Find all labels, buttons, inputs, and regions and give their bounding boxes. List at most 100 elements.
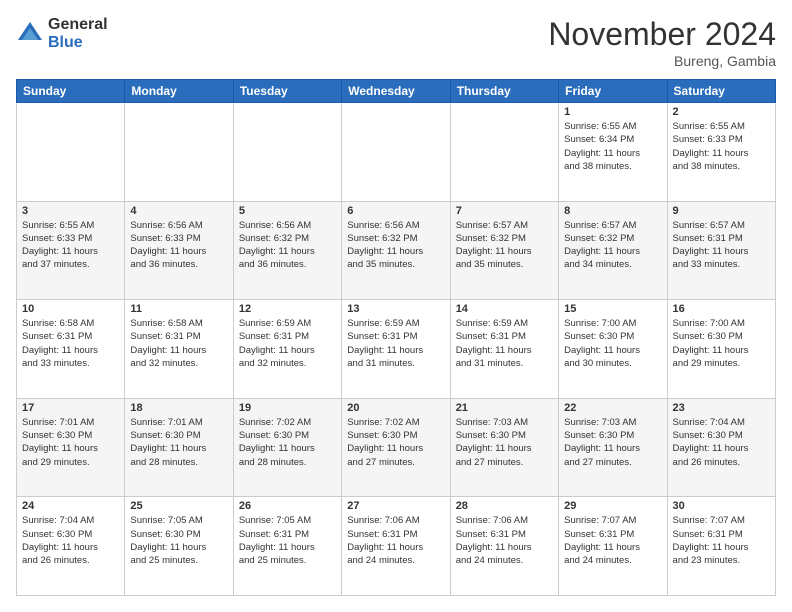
month-title: November 2024 (548, 16, 776, 53)
calendar-body: 1Sunrise: 6:55 AM Sunset: 6:34 PM Daylig… (17, 103, 776, 596)
day-number: 12 (239, 303, 336, 315)
calendar-cell: 26 Sunrise: 7:05 AM Sunset: 6:31 PM Dayli… (233, 497, 341, 596)
calendar-cell: 23 Sunrise: 7:04 AM Sunset: 6:30 PM Dayli… (667, 398, 775, 497)
day-info: Sunrise: 7:03 AM Sunset: 6:30 PM Dayligh… (564, 416, 661, 469)
logo-blue-text: Blue (48, 34, 83, 51)
weekday-header-monday: Monday (125, 80, 233, 103)
calendar-cell: 22 Sunrise: 7:03 AM Sunset: 6:30 PM Dayli… (559, 398, 667, 497)
day-number: 30 (673, 500, 770, 512)
day-number: 9 (673, 205, 770, 217)
calendar-table: SundayMondayTuesdayWednesdayThursdayFrid… (16, 79, 776, 596)
day-info: Sunrise: 6:57 AM Sunset: 6:32 PM Dayligh… (564, 219, 661, 272)
calendar-cell (450, 103, 558, 202)
day-info: Sunrise: 7:04 AM Sunset: 6:30 PM Dayligh… (673, 416, 770, 469)
day-info: Sunrise: 7:07 AM Sunset: 6:31 PM Dayligh… (564, 514, 661, 567)
day-info: Sunrise: 7:01 AM Sunset: 6:30 PM Dayligh… (130, 416, 227, 469)
calendar-week-3: 10Sunrise: 6:58 AM Sunset: 6:31 PM Dayli… (17, 300, 776, 399)
logo-icon (16, 20, 44, 48)
day-number: 16 (673, 303, 770, 315)
day-info: Sunrise: 6:58 AM Sunset: 6:31 PM Dayligh… (22, 317, 119, 370)
calendar-cell: 15Sunrise: 7:00 AM Sunset: 6:30 PM Dayli… (559, 300, 667, 399)
calendar-cell: 2 Sunrise: 6:55 AM Sunset: 6:33 PM Daylig… (667, 103, 775, 202)
day-number: 27 (347, 500, 444, 512)
calendar-cell: 9 Sunrise: 6:57 AM Sunset: 6:31 PM Daylig… (667, 201, 775, 300)
logo: General Blue (16, 16, 108, 51)
calendar-cell (125, 103, 233, 202)
calendar-cell: 4 Sunrise: 6:56 AM Sunset: 6:33 PM Daylig… (125, 201, 233, 300)
day-info: Sunrise: 7:05 AM Sunset: 6:31 PM Dayligh… (239, 514, 336, 567)
day-number: 13 (347, 303, 444, 315)
day-info: Sunrise: 7:01 AM Sunset: 6:30 PM Dayligh… (22, 416, 119, 469)
day-info: Sunrise: 7:06 AM Sunset: 6:31 PM Dayligh… (456, 514, 553, 567)
day-info: Sunrise: 7:02 AM Sunset: 6:30 PM Dayligh… (239, 416, 336, 469)
calendar-cell: 29Sunrise: 7:07 AM Sunset: 6:31 PM Dayli… (559, 497, 667, 596)
calendar-cell: 8Sunrise: 6:57 AM Sunset: 6:32 PM Daylig… (559, 201, 667, 300)
day-info: Sunrise: 6:59 AM Sunset: 6:31 PM Dayligh… (347, 317, 444, 370)
calendar-week-4: 17 Sunrise: 7:01 AM Sunset: 6:30 PM Dayli… (17, 398, 776, 497)
day-number: 20 (347, 402, 444, 414)
calendar-week-2: 3 Sunrise: 6:55 AM Sunset: 6:33 PM Daylig… (17, 201, 776, 300)
title-area: November 2024 Bureng, Gambia (548, 16, 776, 69)
day-number: 24 (22, 500, 119, 512)
day-number: 22 (564, 402, 661, 414)
day-info: Sunrise: 7:06 AM Sunset: 6:31 PM Dayligh… (347, 514, 444, 567)
day-info: Sunrise: 6:55 AM Sunset: 6:33 PM Dayligh… (673, 120, 770, 173)
calendar-cell: 18 Sunrise: 7:01 AM Sunset: 6:30 PM Dayli… (125, 398, 233, 497)
day-info: Sunrise: 7:00 AM Sunset: 6:30 PM Dayligh… (673, 317, 770, 370)
day-info: Sunrise: 6:59 AM Sunset: 6:31 PM Dayligh… (239, 317, 336, 370)
day-number: 2 (673, 106, 770, 118)
day-number: 17 (22, 402, 119, 414)
day-info: Sunrise: 6:57 AM Sunset: 6:31 PM Dayligh… (673, 219, 770, 272)
calendar-cell: 12 Sunrise: 6:59 AM Sunset: 6:31 PM Dayli… (233, 300, 341, 399)
day-number: 4 (130, 205, 227, 217)
weekday-header-friday: Friday (559, 80, 667, 103)
day-info: Sunrise: 7:03 AM Sunset: 6:30 PM Dayligh… (456, 416, 553, 469)
day-number: 26 (239, 500, 336, 512)
calendar-cell: 3 Sunrise: 6:55 AM Sunset: 6:33 PM Daylig… (17, 201, 125, 300)
day-info: Sunrise: 6:55 AM Sunset: 6:33 PM Dayligh… (22, 219, 119, 272)
page: General Blue November 2024 Bureng, Gambi… (0, 0, 792, 612)
calendar-cell: 10Sunrise: 6:58 AM Sunset: 6:31 PM Dayli… (17, 300, 125, 399)
day-info: Sunrise: 6:56 AM Sunset: 6:33 PM Dayligh… (130, 219, 227, 272)
day-info: Sunrise: 6:56 AM Sunset: 6:32 PM Dayligh… (239, 219, 336, 272)
calendar-cell: 1Sunrise: 6:55 AM Sunset: 6:34 PM Daylig… (559, 103, 667, 202)
calendar-week-5: 24 Sunrise: 7:04 AM Sunset: 6:30 PM Dayli… (17, 497, 776, 596)
day-number: 14 (456, 303, 553, 315)
calendar-cell: 20 Sunrise: 7:02 AM Sunset: 6:30 PM Dayli… (342, 398, 450, 497)
day-info: Sunrise: 6:56 AM Sunset: 6:32 PM Dayligh… (347, 219, 444, 272)
calendar-header-row: SundayMondayTuesdayWednesdayThursdayFrid… (17, 80, 776, 103)
calendar-cell: 27 Sunrise: 7:06 AM Sunset: 6:31 PM Dayli… (342, 497, 450, 596)
day-info: Sunrise: 6:59 AM Sunset: 6:31 PM Dayligh… (456, 317, 553, 370)
day-number: 23 (673, 402, 770, 414)
day-info: Sunrise: 6:57 AM Sunset: 6:32 PM Dayligh… (456, 219, 553, 272)
weekday-header-wednesday: Wednesday (342, 80, 450, 103)
day-info: Sunrise: 6:58 AM Sunset: 6:31 PM Dayligh… (130, 317, 227, 370)
calendar-cell: 19 Sunrise: 7:02 AM Sunset: 6:30 PM Dayli… (233, 398, 341, 497)
location: Bureng, Gambia (548, 53, 776, 69)
weekday-header-tuesday: Tuesday (233, 80, 341, 103)
day-number: 3 (22, 205, 119, 217)
calendar-cell: 16 Sunrise: 7:00 AM Sunset: 6:30 PM Dayli… (667, 300, 775, 399)
day-info: Sunrise: 7:04 AM Sunset: 6:30 PM Dayligh… (22, 514, 119, 567)
calendar-cell: 21 Sunrise: 7:03 AM Sunset: 6:30 PM Dayli… (450, 398, 558, 497)
day-info: Sunrise: 7:05 AM Sunset: 6:30 PM Dayligh… (130, 514, 227, 567)
day-number: 19 (239, 402, 336, 414)
calendar-cell: 7Sunrise: 6:57 AM Sunset: 6:32 PM Daylig… (450, 201, 558, 300)
calendar-cell: 5Sunrise: 6:56 AM Sunset: 6:32 PM Daylig… (233, 201, 341, 300)
day-number: 21 (456, 402, 553, 414)
calendar-cell: 13 Sunrise: 6:59 AM Sunset: 6:31 PM Dayli… (342, 300, 450, 399)
weekday-header-sunday: Sunday (17, 80, 125, 103)
calendar-week-1: 1Sunrise: 6:55 AM Sunset: 6:34 PM Daylig… (17, 103, 776, 202)
day-info: Sunrise: 7:00 AM Sunset: 6:30 PM Dayligh… (564, 317, 661, 370)
weekday-header-thursday: Thursday (450, 80, 558, 103)
day-info: Sunrise: 7:07 AM Sunset: 6:31 PM Dayligh… (673, 514, 770, 567)
calendar-cell: 14 Sunrise: 6:59 AM Sunset: 6:31 PM Dayli… (450, 300, 558, 399)
calendar-cell: 28Sunrise: 7:06 AM Sunset: 6:31 PM Dayli… (450, 497, 558, 596)
day-info: Sunrise: 7:02 AM Sunset: 6:30 PM Dayligh… (347, 416, 444, 469)
calendar-cell: 25Sunrise: 7:05 AM Sunset: 6:30 PM Dayli… (125, 497, 233, 596)
calendar-cell (17, 103, 125, 202)
calendar-cell: 17 Sunrise: 7:01 AM Sunset: 6:30 PM Dayli… (17, 398, 125, 497)
day-number: 18 (130, 402, 227, 414)
calendar-cell: 11Sunrise: 6:58 AM Sunset: 6:31 PM Dayli… (125, 300, 233, 399)
calendar-cell: 6Sunrise: 6:56 AM Sunset: 6:32 PM Daylig… (342, 201, 450, 300)
